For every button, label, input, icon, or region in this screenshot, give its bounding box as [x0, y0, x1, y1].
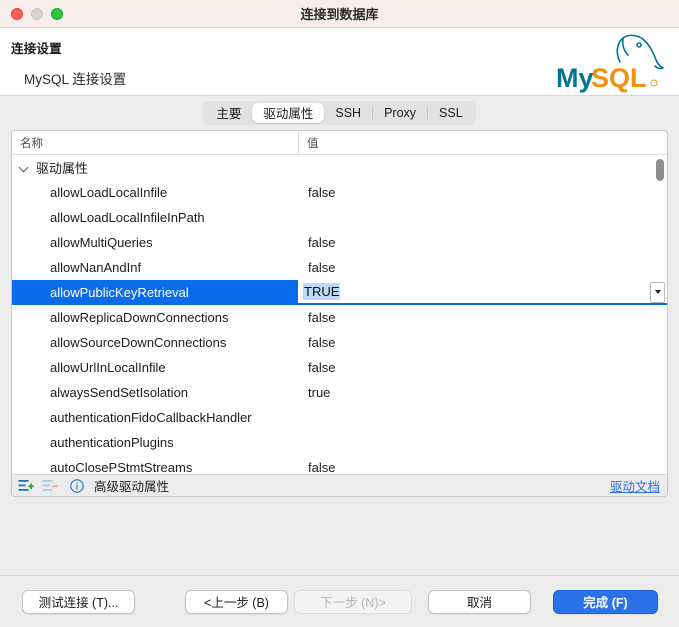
- vertical-scrollbar[interactable]: [656, 155, 665, 474]
- group-row-driver-properties[interactable]: 驱动属性: [12, 155, 667, 180]
- svg-text:My: My: [556, 63, 594, 93]
- table-row[interactable]: allowLoadLocalInfileInPath: [12, 205, 667, 230]
- tab-segmented-control: 主要 驱动属性 SSH Proxy SSL: [203, 100, 476, 125]
- property-name: autoClosePStmtStreams: [50, 460, 193, 474]
- scrollbar-thumb[interactable]: [656, 159, 664, 181]
- property-name: authenticationFidoCallbackHandler: [50, 410, 252, 425]
- driver-properties-panel: 名称 值 驱动属性 allowLoadLocalInfile false all…: [11, 130, 668, 497]
- table-header: 名称 值: [12, 131, 667, 155]
- property-value[interactable]: false: [298, 360, 667, 375]
- table-row[interactable]: allowLoadLocalInfile false: [12, 180, 667, 205]
- property-value[interactable]: false: [298, 260, 667, 275]
- chevron-down-icon[interactable]: [20, 163, 29, 172]
- table-row[interactable]: authenticationPlugins: [12, 430, 667, 455]
- table-row[interactable]: allowReplicaDownConnections false: [12, 305, 667, 330]
- property-name: alwaysSendSetIsolation: [50, 385, 189, 400]
- dialog-header: 连接设置 MySQL 连接设置 My SQL: [0, 28, 679, 96]
- tab-bar: 主要 驱动属性 SSH Proxy SSL: [0, 96, 679, 126]
- panel-toolbar: 高级驱动属性 驱动文档: [12, 474, 667, 496]
- table-row-selected[interactable]: allowPublicKeyRetrieval TRUE: [12, 280, 667, 305]
- remove-property-icon: [42, 479, 58, 491]
- window-controls: [11, 7, 63, 20]
- property-value[interactable]: true: [298, 385, 667, 400]
- property-name: allowSourceDownConnections: [50, 335, 227, 350]
- previous-button[interactable]: <上一步 (B): [185, 589, 288, 614]
- tab-proxy[interactable]: Proxy: [373, 103, 427, 123]
- tab-ssh[interactable]: SSH: [324, 103, 372, 123]
- property-name: authenticationPlugins: [50, 435, 174, 450]
- table-row[interactable]: allowSourceDownConnections false: [12, 330, 667, 355]
- property-name: allowLoadLocalInfileInPath: [50, 210, 205, 225]
- close-button[interactable]: [11, 7, 23, 20]
- minimize-button[interactable]: [31, 7, 43, 20]
- advanced-properties-label: 高级驱动属性: [94, 480, 170, 494]
- property-name: allowMultiQueries: [50, 235, 153, 250]
- value-combobox[interactable]: TRUE: [298, 280, 667, 305]
- tab-ssl[interactable]: SSL: [428, 103, 474, 123]
- dialog-blank-area: [0, 497, 679, 575]
- title-bar: 连接到数据库: [0, 0, 679, 28]
- table-row[interactable]: allowMultiQueries false: [12, 230, 667, 255]
- connect-to-database-dialog: 连接到数据库 连接设置 MySQL 连接设置 My SQL 主要 驱动属性 SS…: [0, 0, 679, 627]
- add-property-icon[interactable]: [18, 479, 34, 493]
- table-row[interactable]: autoClosePStmtStreams false: [12, 455, 667, 474]
- dialog-button-bar: 测试连接 (T)... <上一步 (B) 下一步 (N)> 取消 完成 (F): [0, 575, 679, 627]
- property-value[interactable]: false: [298, 460, 667, 474]
- property-value[interactable]: false: [298, 185, 667, 200]
- group-label: 驱动属性: [36, 161, 89, 176]
- property-name: allowNanAndInf: [50, 260, 142, 275]
- property-value[interactable]: false: [298, 335, 667, 350]
- cancel-button[interactable]: 取消: [428, 589, 531, 614]
- table-row[interactable]: allowUrlInLocalInfile false: [12, 355, 667, 380]
- finish-button[interactable]: 完成 (F): [553, 589, 658, 614]
- tab-driver-properties[interactable]: 驱动属性: [252, 102, 325, 123]
- mysql-logo: My SQL: [556, 34, 664, 93]
- value-combobox-input[interactable]: TRUE: [303, 283, 341, 300]
- test-connection-button[interactable]: 测试连接 (T)...: [22, 589, 135, 614]
- window-title: 连接到数据库: [300, 7, 379, 22]
- tab-main[interactable]: 主要: [205, 103, 252, 123]
- column-header-name[interactable]: 名称: [12, 131, 298, 154]
- property-value[interactable]: false: [298, 310, 667, 325]
- table-row[interactable]: authenticationFidoCallbackHandler: [12, 405, 667, 430]
- property-value[interactable]: false: [298, 235, 667, 250]
- properties-table: 驱动属性 allowLoadLocalInfile false allowLoa…: [12, 155, 667, 474]
- property-name: allowPublicKeyRetrieval: [50, 285, 189, 300]
- table-row[interactable]: allowNanAndInf false: [12, 255, 667, 280]
- maximize-button[interactable]: [51, 7, 63, 20]
- next-button: 下一步 (N)>: [294, 589, 412, 614]
- svg-text:SQL: SQL: [591, 63, 647, 93]
- table-row[interactable]: alwaysSendSetIsolation true: [12, 380, 667, 405]
- driver-documentation-link[interactable]: 驱动文档: [610, 476, 660, 495]
- info-icon[interactable]: [69, 478, 85, 493]
- column-header-value[interactable]: 值: [298, 131, 667, 154]
- property-name: allowLoadLocalInfile: [50, 185, 168, 200]
- property-name: allowReplicaDownConnections: [50, 310, 229, 325]
- property-name: allowUrlInLocalInfile: [50, 360, 166, 375]
